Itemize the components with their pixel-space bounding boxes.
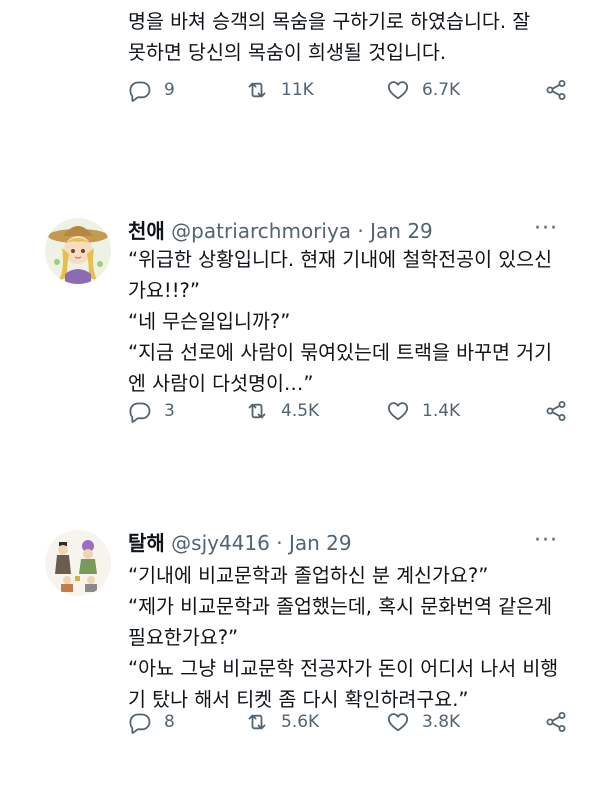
heart-icon — [386, 399, 410, 423]
tweet-date[interactable]: Jan 29 — [370, 219, 433, 243]
heart-icon — [386, 78, 410, 102]
share-icon — [544, 399, 568, 423]
share-icon — [544, 710, 568, 734]
more-icon: ··· — [534, 528, 558, 553]
tweet[interactable]: 명을 바쳐 승객의 목숨을 구하기로 하였습니다. 잘 못하면 당신의 목숨이 … — [0, 0, 600, 110]
tweet-text-line: 못하면 당신의 목숨이 희생될 것입니다. — [128, 41, 447, 64]
retweet-count: 4.5K — [281, 401, 320, 421]
tweet-text-line: 필요한가요?” — [128, 626, 239, 649]
more-button[interactable]: ··· — [534, 528, 558, 553]
tweet-header: 탈해 @sjy4416 · Jan 29 — [128, 530, 352, 556]
reply-count: 8 — [164, 712, 175, 732]
like-button[interactable]: 6.7K — [386, 78, 460, 102]
retweet-icon — [245, 710, 269, 734]
tweet-actions: 9 11K 6.7K — [128, 78, 568, 108]
user-handle[interactable]: @patriarchmoriya — [171, 219, 351, 243]
tweet-date[interactable]: Jan 29 — [289, 531, 352, 555]
avatar-illustration — [45, 530, 111, 596]
share-button[interactable] — [544, 78, 568, 102]
tweet-text-line: “기내에 비교문학과 졸업하신 분 계신가요?” — [128, 564, 489, 587]
user-handle[interactable]: @sjy4416 — [171, 531, 270, 555]
separator-dot: · — [357, 219, 364, 243]
heart-icon — [386, 710, 410, 734]
reply-icon — [128, 399, 152, 423]
share-button[interactable] — [544, 399, 568, 423]
reply-count: 3 — [164, 401, 175, 421]
reply-button[interactable]: 9 — [128, 78, 175, 102]
reply-button[interactable]: 3 — [128, 399, 175, 423]
share-button[interactable] — [544, 710, 568, 734]
retweet-icon — [245, 78, 269, 102]
tweet-actions: 3 4.5K 1.4K — [128, 399, 568, 429]
like-count: 6.7K — [422, 80, 461, 100]
separator-dot: · — [276, 531, 283, 555]
more-button[interactable]: ··· — [534, 216, 558, 241]
tweet-text-line: “아뇨 그냥 비교문학 전공자가 돈이 어디서 나서 비행 — [128, 657, 559, 680]
like-count: 3.8K — [422, 712, 461, 732]
reply-button[interactable]: 8 — [128, 710, 175, 734]
tweet-text-line: “제가 비교문학과 졸업했는데, 혹시 문화번역 같은게 — [128, 595, 553, 618]
avatar[interactable] — [45, 218, 111, 284]
avatar-illustration — [45, 218, 111, 284]
retweet-button[interactable]: 11K — [245, 78, 314, 102]
avatar[interactable] — [45, 530, 111, 596]
tweet-body: 명을 바쳐 승객의 목숨을 구하기로 하였습니다. 잘 못하면 당신의 목숨이 … — [128, 0, 568, 68]
tweet-body: “위급한 상황입니다. 현재 기내에 철학전공이 있으신 가요!!?” “네 무… — [128, 244, 568, 399]
tweet[interactable]: 탈해 @sjy4416 · Jan 29 ··· “기내에 비교문학과 졸업하신… — [0, 528, 600, 760]
reply-count: 9 — [164, 80, 175, 100]
display-name[interactable]: 탈해 — [128, 531, 165, 555]
tweet-text-line: “지금 선로에 사람이 묶여있는데 트랙을 바꾸면 거기 — [128, 341, 553, 364]
tweet-text-line: “네 무슨일입니까?” — [128, 310, 291, 333]
retweet-count: 5.6K — [281, 712, 320, 732]
retweet-icon — [245, 399, 269, 423]
share-icon — [544, 78, 568, 102]
more-icon: ··· — [534, 216, 558, 241]
reply-icon — [128, 78, 152, 102]
tweet-body: “기내에 비교문학과 졸업하신 분 계신가요?” “제가 비교문학과 졸업했는데… — [128, 560, 568, 715]
tweet-actions: 8 5.6K 3.8K — [128, 710, 568, 740]
retweet-count: 11K — [281, 80, 314, 100]
tweet-text-line: 엔 사람이 다섯명이…” — [128, 372, 314, 395]
retweet-button[interactable]: 5.6K — [245, 710, 319, 734]
tweet-text-line: “위급한 상황입니다. 현재 기내에 철학전공이 있으신 — [128, 248, 553, 271]
tweet-text-line: 가요!!?” — [128, 279, 200, 302]
display-name[interactable]: 천애 — [128, 219, 165, 243]
like-count: 1.4K — [422, 401, 461, 421]
tweet[interactable]: 천애 @patriarchmoriya · Jan 29 ··· “위급한 상황… — [0, 216, 600, 438]
like-button[interactable]: 1.4K — [386, 399, 460, 423]
retweet-button[interactable]: 4.5K — [245, 399, 319, 423]
tweet-header: 천애 @patriarchmoriya · Jan 29 — [128, 218, 433, 244]
tweet-text-line: 명을 바쳐 승객의 목숨을 구하기로 하였습니다. 잘 — [128, 10, 531, 33]
like-button[interactable]: 3.8K — [386, 710, 460, 734]
reply-icon — [128, 710, 152, 734]
